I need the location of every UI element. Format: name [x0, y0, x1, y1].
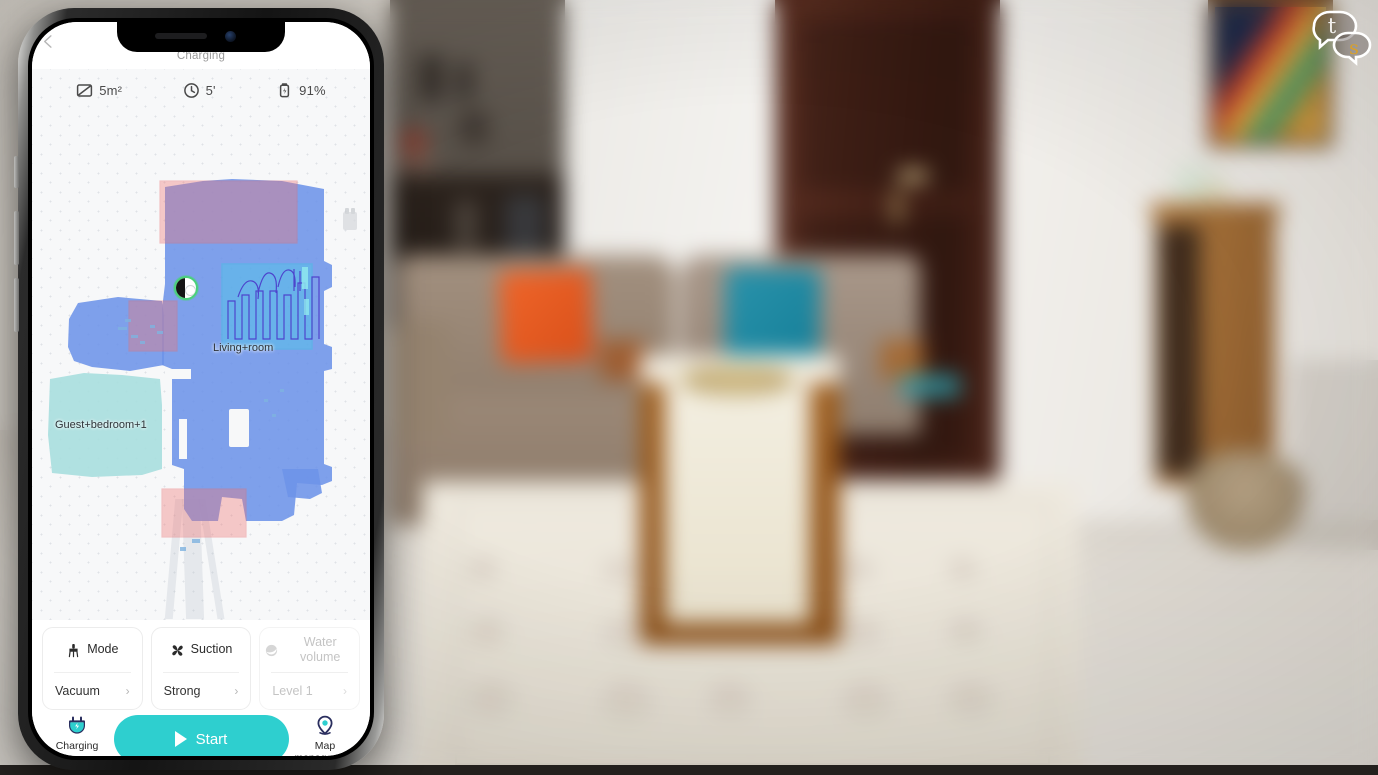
robot-vacuum-icon[interactable]: [174, 276, 198, 300]
map-pin-icon: [313, 714, 337, 738]
cleaning-stats-row: 5m² 5' 91%: [32, 69, 370, 111]
map-vector: [48, 179, 332, 551]
control-cards-row: Mode Vacuum › Suction Strong › Water vol…: [32, 620, 370, 710]
map-obstacle-2: [179, 419, 187, 459]
watermark-letter-t: t: [1328, 14, 1337, 38]
water-volume-card: Water volume Level 1 ›: [259, 627, 361, 710]
water-volume-card-value-row: Level 1 ›: [260, 673, 359, 709]
phone-notch: [117, 22, 285, 52]
mode-card-title: Mode: [87, 642, 119, 657]
mode-card-header: Mode: [43, 628, 142, 672]
chevron-right-icon: ›: [234, 684, 239, 698]
area-icon: [76, 82, 93, 99]
suction-card-title: Suction: [190, 642, 233, 657]
start-button-label: Start: [195, 730, 228, 748]
stat-battery: 91%: [276, 82, 326, 99]
watermark-logo: t s: [1306, 4, 1374, 70]
mop-icon: [66, 643, 81, 658]
charging-button-label: Charging: [55, 740, 99, 752]
map-obstacle-3: [165, 369, 191, 379]
stat-area-value: 5m²: [99, 82, 123, 98]
map-management-button-label: Map management: [294, 740, 355, 756]
map-management-button[interactable]: Map management: [292, 714, 358, 756]
plug-charging-icon: [65, 714, 89, 738]
mode-card-value-row[interactable]: Vacuum ›: [43, 673, 142, 709]
back-arrow-icon[interactable]: [41, 34, 56, 49]
phone-mute-switch[interactable]: [14, 156, 19, 188]
charging-dock-icon: [343, 208, 357, 230]
map-zone-bottom-selection: [161, 488, 247, 538]
earpiece-speaker: [155, 33, 207, 39]
stat-battery-value: 91%: [299, 82, 326, 98]
map-obstacle-1: [229, 409, 249, 447]
start-button[interactable]: Start: [113, 715, 289, 756]
water-volume-card-title: Water volume: [300, 634, 341, 664]
water-volume-card-header: Water volume: [260, 628, 359, 672]
stat-time-value: 5': [205, 82, 216, 98]
phone-screen: Charging 5m² 5' 91% Living+room Guest+be…: [32, 22, 370, 756]
map-label-living-room: Living+room: [213, 342, 274, 354]
map-zone-top-selection: [159, 180, 298, 244]
fan-icon: [170, 643, 185, 658]
mode-card-value: Vacuum: [55, 684, 100, 698]
suction-card-value: Strong: [163, 684, 201, 698]
charging-button[interactable]: Charging: [44, 714, 110, 752]
robot-map-area[interactable]: 5m² 5' 91% Living+room Guest+bedroom+1: [32, 69, 370, 620]
water-volume-card-value: Level 1: [272, 684, 313, 698]
battery-icon: [276, 82, 293, 99]
map-region-lower-right: [282, 469, 322, 499]
front-camera: [225, 31, 236, 42]
clock-icon: [183, 82, 200, 99]
map-path-edge-2: [304, 299, 309, 315]
bottom-action-bar: Charging Start Map management: [32, 710, 370, 756]
suction-card-header: Suction: [152, 628, 251, 672]
phone-volume-down[interactable]: [14, 278, 19, 332]
drop-icon: [264, 643, 279, 658]
mode-card[interactable]: Mode Vacuum ›: [42, 627, 143, 710]
suction-card-value-row[interactable]: Strong ›: [152, 673, 251, 709]
chevron-right-icon: ›: [125, 684, 130, 698]
phone-mockup: Charging 5m² 5' 91% Living+room Guest+be…: [12, 6, 390, 772]
play-icon: [174, 731, 187, 747]
map-label-guest-bedroom: Guest+bedroom+1: [55, 419, 147, 431]
map-path-edge-1: [302, 267, 308, 289]
suction-card[interactable]: Suction Strong ›: [150, 627, 252, 710]
watermark-letter-s: s: [1349, 37, 1359, 59]
phone-volume-up[interactable]: [14, 211, 19, 265]
chevron-right-icon: ›: [343, 684, 348, 698]
stat-area: 5m²: [76, 82, 122, 99]
stat-time: 5': [183, 82, 216, 99]
